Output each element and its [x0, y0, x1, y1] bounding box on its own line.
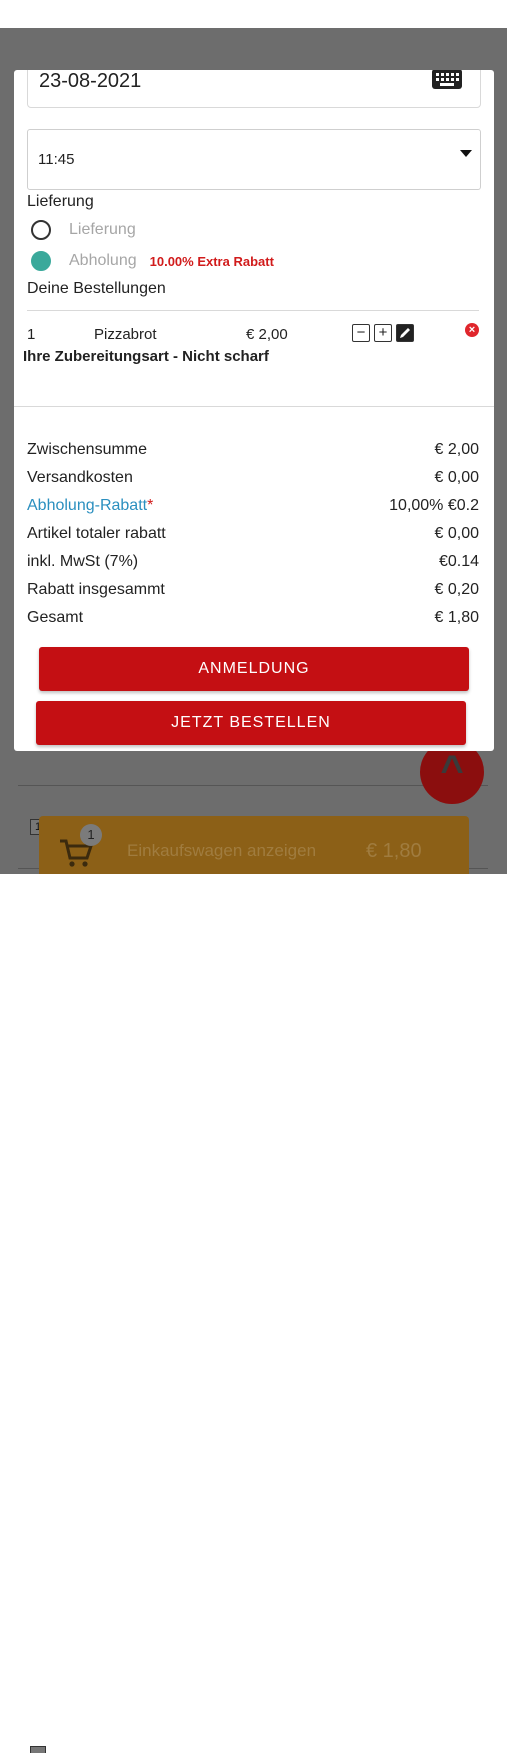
date-field[interactable]: 23-08-2021 [27, 70, 481, 108]
summary-row-total-discount: Rabatt insgesammt € 0,20 [27, 578, 479, 606]
bottom-strip [0, 874, 507, 1753]
summary-value: € 2,00 [434, 441, 479, 458]
summary-label: Gesamt [27, 609, 84, 626]
summary-label: Abholung-Rabatt [27, 497, 148, 514]
option-abholung[interactable]: Abholung 10.00% Extra Rabatt [31, 250, 274, 272]
extra-discount-note: 10.00% Extra Rabatt [149, 253, 274, 269]
order-item-row: 1 Pizzabrot € 2,00 − + [27, 324, 479, 346]
option-lieferung[interactable]: Lieferung [31, 219, 136, 241]
increase-qty-button[interactable]: + [374, 324, 392, 342]
orders-section-label: Deine Bestellungen [27, 280, 166, 297]
summary-label: Versandkosten [27, 469, 133, 486]
summary-row-vat: inkl. MwSt (7%) €0.14 [27, 550, 479, 578]
summary-value: € 1,80 [434, 609, 479, 626]
option-label: Abholung [69, 252, 137, 269]
time-value: 11:45 [38, 151, 75, 168]
summary-value: € 0,00 [434, 469, 479, 486]
summary-label: Rabatt insgesammt [27, 581, 165, 598]
order-qty: 1 [27, 326, 36, 343]
time-select[interactable]: 11:45 [27, 129, 481, 190]
option-label: Lieferung [69, 221, 136, 238]
cart-total-price: € 1,80 [366, 840, 422, 862]
background-divider [18, 785, 488, 786]
summary-label: Zwischensumme [27, 441, 148, 458]
summary-value: €0.14 [438, 553, 479, 570]
summary-row-total: Gesamt € 1,80 [27, 606, 479, 634]
summary-row-item-discount: Artikel totaler rabatt € 0,00 [27, 522, 479, 550]
radio-button-selected[interactable] [31, 251, 51, 271]
preparation-note: Ihre Zubereitungsart - Nicht scharf [23, 348, 269, 365]
summary-value: € 0,20 [434, 581, 479, 598]
view-cart-label: Einkaufswagen anzeigen [127, 841, 317, 860]
login-button[interactable]: ANMELDUNG [39, 647, 469, 691]
divider [14, 406, 494, 407]
place-order-button[interactable]: JETZT BESTELLEN [36, 701, 466, 745]
background-qty-box [30, 1746, 46, 1753]
pickup-discount-link[interactable]: Abholung-Rabatt* [27, 497, 153, 515]
summary-label: inkl. MwSt (7%) [27, 553, 139, 570]
keyboard-icon[interactable] [432, 70, 462, 89]
summary-row-subtotal: Zwischensumme € 2,00 [27, 438, 479, 466]
close-icon: × [468, 324, 476, 336]
radio-button[interactable] [31, 220, 51, 240]
summary-label: Artikel totaler rabatt [27, 525, 166, 542]
decrease-qty-button[interactable]: − [352, 324, 370, 342]
order-summary: Zwischensumme € 2,00 Versandkosten € 0,0… [27, 438, 479, 634]
chevron-up-icon: ^ [440, 748, 464, 792]
summary-row-pickup-discount: Abholung-Rabatt* 10,00% €0.2 [27, 494, 479, 522]
required-asterisk: * [147, 497, 154, 514]
summary-value: 10,00% €0.2 [389, 497, 479, 514]
order-price: € 2,00 [246, 326, 288, 343]
divider [27, 310, 479, 311]
caret-down-icon [460, 150, 472, 157]
order-name: Pizzabrot [94, 326, 157, 343]
summary-value: € 0,00 [434, 525, 479, 542]
delivery-section-label: Lieferung [27, 193, 94, 210]
order-modal: 23-08-2021 11:45 Lieferung Lieferung Abh… [14, 70, 494, 751]
edit-item-button[interactable] [396, 324, 414, 342]
summary-row-shipping: Versandkosten € 0,00 [27, 466, 479, 494]
pencil-icon [400, 328, 410, 338]
remove-item-button[interactable]: × [465, 323, 479, 337]
date-value: 23-08-2021 [39, 70, 142, 92]
cart-count-badge: 1 [80, 824, 102, 846]
